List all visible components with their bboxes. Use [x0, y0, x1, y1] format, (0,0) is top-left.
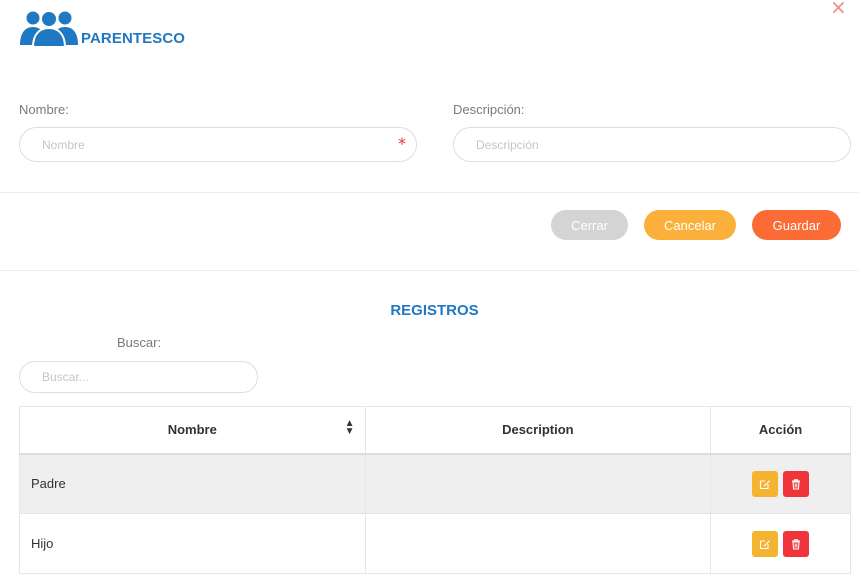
cancelar-button[interactable]: Cancelar [644, 210, 736, 240]
delete-button[interactable] [783, 530, 810, 557]
edit-icon [759, 480, 770, 489]
delete-button[interactable] [783, 470, 810, 497]
edit-icon [759, 539, 770, 549]
column-header-description: Description [364, 406, 712, 455]
divider [0, 192, 859, 193]
registros-title: REGISTROS [390, 302, 479, 319]
cell-actions [710, 453, 851, 514]
search-input[interactable] [19, 361, 258, 393]
cell-description [364, 513, 712, 574]
users-icon [19, 9, 79, 47]
trash-icon [792, 479, 801, 490]
guardar-button[interactable]: Guardar [752, 210, 841, 240]
modal-header: PARENTESCO [19, 7, 185, 47]
descripcion-input[interactable] [453, 127, 851, 162]
registros-table: Nombre ▲ ▼ Description Acción Padre Hijo [19, 406, 851, 574]
trash-icon [792, 538, 801, 550]
cerrar-button[interactable]: Cerrar [551, 210, 628, 240]
cell-description [364, 453, 712, 514]
cell-nombre: Padre [19, 453, 366, 514]
search-label: Buscar: [117, 335, 162, 350]
cell-actions [710, 513, 851, 574]
nombre-input[interactable] [19, 127, 417, 162]
table-header-row: Nombre ▲ ▼ Description Acción [19, 406, 851, 455]
edit-button[interactable] [751, 530, 778, 557]
required-icon: * [398, 134, 406, 153]
nombre-label: Nombre: [19, 102, 69, 117]
sort-icon[interactable]: ▲ ▼ [345, 419, 355, 437]
cell-nombre: Hijo [19, 513, 366, 574]
close-icon[interactable]: × [830, 0, 847, 17]
column-header-accion: Acción [710, 406, 851, 455]
table-row: Hijo [19, 513, 851, 574]
edit-button[interactable] [751, 470, 778, 497]
column-header-label: Nombre [167, 422, 217, 438]
descripcion-label: Descripción: [453, 102, 525, 117]
table-row: Padre [19, 453, 851, 514]
column-header-nombre[interactable]: Nombre ▲ ▼ [19, 406, 366, 455]
modal-title: PARENTESCO [81, 30, 186, 47]
divider [0, 270, 859, 271]
